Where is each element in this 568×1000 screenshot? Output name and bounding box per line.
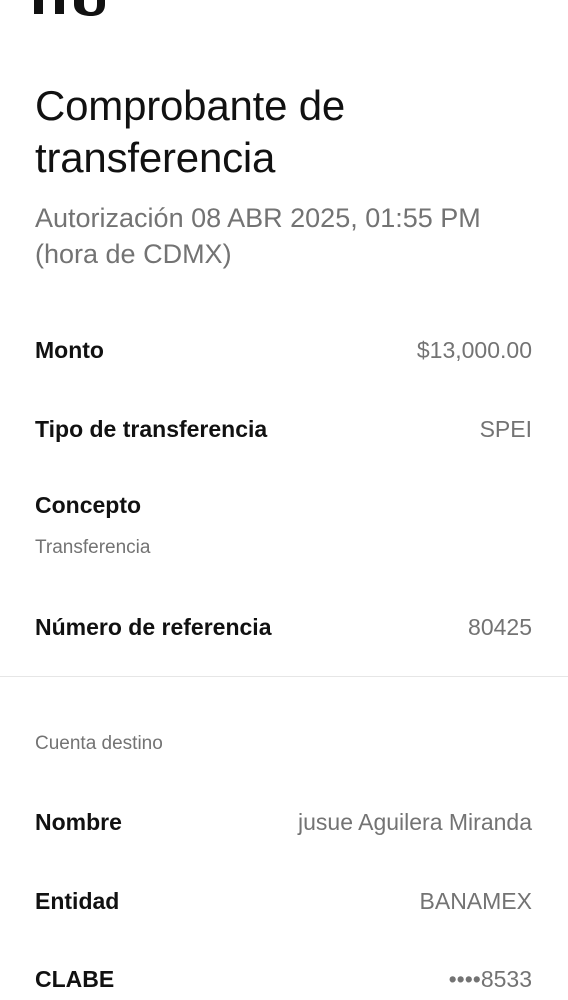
reference-number-label: Número de referencia: [35, 613, 272, 640]
transfer-type-row: Tipo de transferencia SPEI: [35, 409, 532, 449]
transfer-receipt-screen: Comprobante de transferencia Autorizació…: [0, 0, 568, 1000]
bank-entity-value: BANAMEX: [419, 887, 532, 914]
amount-value: $13,000.00: [416, 336, 532, 363]
amount-label: Monto: [35, 336, 104, 363]
bank-entity-label: Entidad: [35, 887, 120, 914]
amount-row: Monto $13,000.00: [35, 330, 532, 370]
recipient-name-label: Nombre: [35, 808, 122, 835]
clabe-value: ••••8533: [448, 965, 532, 992]
destination-account-heading: Cuenta destino: [35, 733, 163, 754]
concept-label: Concepto: [35, 492, 142, 518]
clabe-label: CLABE: [35, 965, 115, 992]
page-title: Comprobante de transferencia: [35, 82, 346, 181]
authorization-timestamp: Autorización 08 ABR 2025, 01:55 PM (hora…: [35, 203, 481, 269]
bank-entity-row: Entidad BANAMEX: [35, 881, 532, 921]
transfer-type-value: SPEI: [479, 415, 532, 442]
transfer-type-label: Tipo de transferencia: [35, 415, 268, 442]
recipient-name-row: Nombre jusue Aguilera Miranda: [35, 802, 532, 842]
reference-number-value: 80425: [468, 613, 532, 640]
reference-number-row: Número de referencia 80425: [35, 607, 532, 647]
clabe-row: CLABE ••••8533: [35, 959, 532, 999]
recipient-name-value: jusue Aguilera Miranda: [298, 808, 532, 835]
section-divider: [0, 676, 568, 677]
logo-icon: [34, 0, 105, 16]
concept-value: Transferencia: [35, 537, 151, 558]
